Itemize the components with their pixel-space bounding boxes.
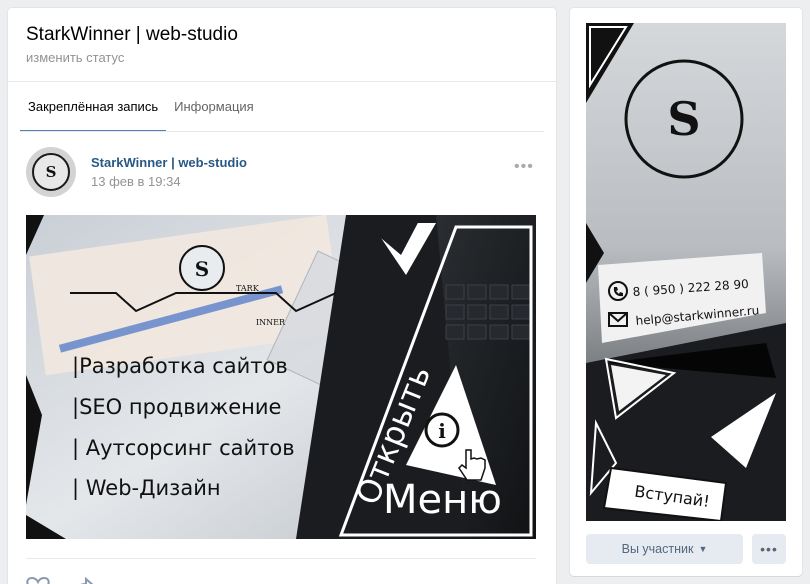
info-icon: i <box>438 419 446 443</box>
wall-tabs: Закреплённая запись Информация <box>20 82 262 132</box>
logo-sub-bottom: INNER <box>256 318 286 327</box>
like-icon[interactable] <box>26 576 50 584</box>
page-title: StarkWinner | web-studio <box>26 24 238 45</box>
service-item: |SEO продвижение <box>72 395 281 420</box>
wall-card: StarkWinner | web-studio изменить статус… <box>8 8 556 584</box>
post-date-link[interactable]: 13 фев в 19:34 <box>91 174 181 189</box>
change-status-link[interactable]: изменить статус <box>26 50 124 65</box>
divider <box>26 558 536 559</box>
post-author-avatar[interactable]: S <box>26 147 76 197</box>
post-more-icon[interactable]: ••• <box>514 158 534 176</box>
member-button[interactable]: Вы участник ▼ <box>586 534 743 564</box>
cover-graphic: S 8 ( 950 ) 222 28 90 help@starkwinner.r… <box>586 23 786 521</box>
more-actions-button[interactable]: ••• <box>752 534 786 564</box>
share-icon[interactable] <box>72 576 96 584</box>
community-cover[interactable]: S 8 ( 950 ) 222 28 90 help@starkwinner.r… <box>586 23 786 521</box>
cta-menu-text: Меню <box>383 477 502 523</box>
post-banner-graphic: i Открыть Меню S TARK INNER |Разработка … <box>26 215 536 539</box>
cover-logo-letter: S <box>667 92 700 146</box>
service-item: | Аутсорсинг сайтов <box>72 436 295 461</box>
community-cover-card: S 8 ( 950 ) 222 28 90 help@starkwinner.r… <box>570 8 802 576</box>
service-item: | Web-Дизайн <box>72 476 221 501</box>
logo-icon: S <box>32 153 70 191</box>
post-image[interactable]: i Открыть Меню S TARK INNER |Разработка … <box>26 215 536 539</box>
tab-info[interactable]: Информация <box>166 82 262 132</box>
logo-letter: S <box>195 257 209 281</box>
service-item: |Разработка сайтов <box>72 354 288 379</box>
chevron-down-icon: ▼ <box>698 544 708 554</box>
member-button-label: Вы участник <box>621 542 694 556</box>
tab-pinned-post[interactable]: Закреплённая запись <box>20 82 167 132</box>
logo-sub-top: TARK <box>236 284 260 293</box>
post-author-link[interactable]: StarkWinner | web-studio <box>91 155 247 170</box>
divider <box>20 131 544 132</box>
